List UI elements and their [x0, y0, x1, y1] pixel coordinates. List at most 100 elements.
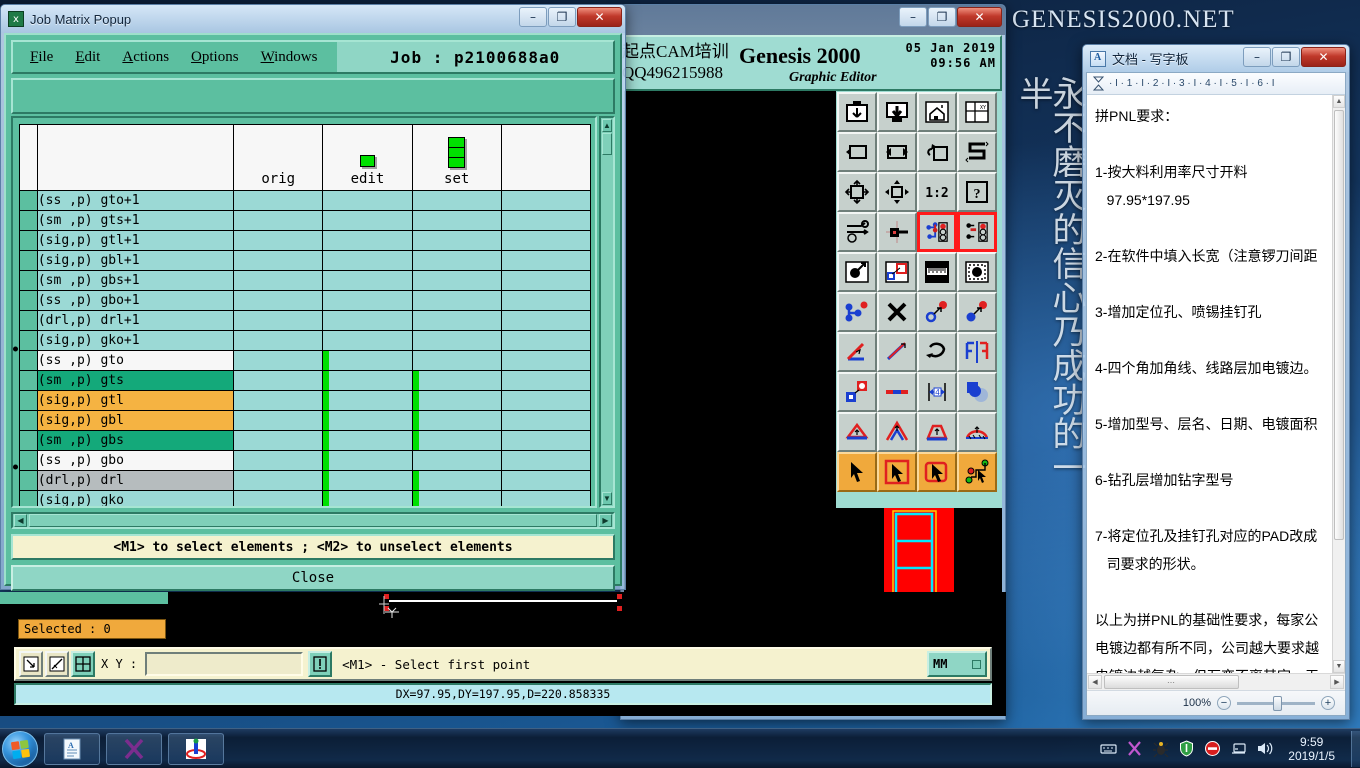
- home-view-icon[interactable]: [917, 92, 957, 132]
- layer-name-cell[interactable]: (sig,p) gbl: [36, 410, 235, 431]
- dotted-select-icon[interactable]: [957, 252, 997, 292]
- row-marker-cell[interactable]: [19, 370, 38, 391]
- indent-marker-icon[interactable]: [1093, 76, 1104, 91]
- xy-input[interactable]: [145, 652, 304, 676]
- line-angle-icon[interactable]: [837, 332, 877, 372]
- layer-name-cell[interactable]: (sm ,p) gts: [36, 370, 235, 391]
- scroll-down-arrow[interactable]: ▼: [602, 492, 612, 505]
- table-row[interactable]: (ss ,p) gbo+1: [19, 290, 592, 311]
- row-marker-cell[interactable]: [19, 410, 38, 431]
- horizontal-scroll-thumb[interactable]: [29, 514, 597, 527]
- grid-icon[interactable]: [71, 651, 95, 677]
- table-row[interactable]: (sm ,p) gts: [19, 370, 592, 391]
- zoom-out-horizontal-icon[interactable]: [877, 132, 917, 172]
- table-row[interactable]: (sig,p) gbl: [19, 410, 592, 431]
- x-app-icon[interactable]: [1126, 740, 1143, 757]
- matrix-cell-edit[interactable]: [322, 210, 413, 231]
- matrix-cell-extra[interactable]: [500, 350, 592, 371]
- netlist-analyze-icon[interactable]: [957, 212, 997, 252]
- genesis-titlebar[interactable]: – ❐ ✕: [621, 5, 1005, 35]
- matrix-cell-edit[interactable]: [322, 450, 413, 471]
- shield-icon[interactable]: [1178, 740, 1195, 757]
- matrix-cell-extra[interactable]: [500, 450, 592, 471]
- move-object-icon[interactable]: [957, 292, 997, 332]
- matrix-cell-extra[interactable]: [500, 210, 592, 231]
- menu-items[interactable]: File Edit Actions Options Windows: [13, 42, 334, 72]
- polygon-points-icon[interactable]: [957, 412, 997, 452]
- matrix-cell-set[interactable]: [411, 350, 502, 371]
- scroll-up-arrow[interactable]: ▲: [602, 119, 612, 132]
- genesis-x-task-icon[interactable]: [106, 732, 162, 765]
- matrix-cell-set[interactable]: [411, 390, 502, 411]
- wordpad-window-controls[interactable]: – ❐ ✕: [1243, 47, 1346, 67]
- genesis-minimize-button[interactable]: –: [899, 7, 927, 27]
- job-matrix-maximize-button[interactable]: ❐: [548, 7, 576, 27]
- matrix-cell-edit[interactable]: [322, 330, 413, 351]
- wordpad-scroll-down-arrow[interactable]: ▼: [1333, 660, 1345, 673]
- system-tray[interactable]: 9:59 2019/1/5: [1100, 735, 1351, 763]
- zoom-in-button[interactable]: +: [1321, 696, 1335, 710]
- toolbar-grid[interactable]: XY 1:2 ? 4: [836, 91, 1002, 493]
- zoom-in-horizontal-icon[interactable]: [837, 132, 877, 172]
- row-marker-cell[interactable]: [19, 190, 38, 211]
- layer-name-cell[interactable]: (ss ,p) gbo: [36, 450, 235, 471]
- table-row[interactable]: (sig,p) gbl+1: [19, 250, 592, 271]
- layer-name-cell[interactable]: (sig,p) gtl+1: [36, 230, 235, 251]
- matrix-cell-set[interactable]: [411, 450, 502, 471]
- matrix-cell-set[interactable]: [411, 190, 502, 211]
- wordpad-titlebar[interactable]: 文档 - 写字板 – ❐ ✕: [1083, 45, 1349, 72]
- layer-name-cell[interactable]: (ss ,p) gbo+1: [36, 290, 235, 311]
- matrix-cell-edit[interactable]: [322, 250, 413, 271]
- genesis-maximize-button[interactable]: ❐: [928, 7, 956, 27]
- xy-window-icon[interactable]: XY: [957, 92, 997, 132]
- matrix-cell-orig[interactable]: [233, 390, 324, 411]
- row-marker-cell[interactable]: [19, 210, 38, 231]
- unit-dropdown-icon[interactable]: [972, 659, 981, 669]
- matrix-cell-orig[interactable]: [233, 270, 324, 291]
- matrix-cell-extra[interactable]: [500, 470, 592, 491]
- row-marker-cell[interactable]: [19, 390, 38, 411]
- matrix-cell-edit[interactable]: [322, 490, 413, 506]
- matrix-cell-extra[interactable]: [500, 490, 592, 506]
- matrix-cell-set[interactable]: [411, 470, 502, 491]
- select-pad-icon[interactable]: [837, 252, 877, 292]
- row-marker-cell[interactable]: [13, 346, 38, 371]
- matrix-cell-set[interactable]: [411, 430, 502, 451]
- wordpad-horizontal-scrollbar[interactable]: ◀ ⋯ ▶: [1087, 673, 1345, 690]
- wordpad-close-button[interactable]: ✕: [1301, 47, 1346, 67]
- matrix-cell-extra[interactable]: [500, 410, 592, 431]
- row-marker-cell[interactable]: [19, 230, 38, 251]
- table-row[interactable]: (sig,p) gko+1: [19, 330, 592, 351]
- wordpad-window[interactable]: 文档 - 写字板 – ❐ ✕ · I · 1 · I · 2 · I · 3 ·…: [1082, 44, 1350, 720]
- zoom-slider[interactable]: [1237, 695, 1315, 711]
- help-question-icon[interactable]: ?: [957, 172, 997, 212]
- table-row[interactable]: (ss ,p) gto: [13, 346, 592, 371]
- pointer-select-icon[interactable]: [837, 452, 877, 492]
- matrix-cell-orig[interactable]: [233, 330, 324, 351]
- scale-1-2-icon[interactable]: 1:2: [917, 172, 957, 212]
- row-marker-cell[interactable]: [19, 290, 38, 311]
- mirror-icon[interactable]: [957, 332, 997, 372]
- pointer-chain-select-icon[interactable]: [957, 452, 997, 492]
- matrix-cell-orig[interactable]: [233, 250, 324, 271]
- layer-name-cell[interactable]: (sm ,p) gts+1: [36, 210, 235, 231]
- matrix-cell-orig[interactable]: [233, 290, 324, 311]
- wordpad-horizontal-scroll-thumb[interactable]: ⋯: [1104, 675, 1239, 689]
- matrix-cell-set[interactable]: [411, 490, 502, 506]
- job-matrix-window-controls[interactable]: – ❐ ✕: [519, 7, 622, 27]
- matrix-cell-edit[interactable]: [322, 290, 413, 311]
- line-draw-icon[interactable]: [877, 332, 917, 372]
- matrix-cell-set[interactable]: [411, 270, 502, 291]
- matrix-cell-orig[interactable]: [233, 370, 324, 391]
- table-horizontal-scrollbar[interactable]: ◀ ▶: [11, 512, 615, 529]
- scroll-left-arrow[interactable]: ◀: [14, 514, 27, 527]
- line-segment-icon[interactable]: [877, 372, 917, 412]
- pan-icon[interactable]: [877, 172, 917, 212]
- table-body[interactable]: (ss ,p) gto+1 (sm ,p) gts+1 (sig,p) gtl+1(…: [13, 190, 592, 506]
- matrix-cell-edit[interactable]: [322, 270, 413, 291]
- block-icon[interactable]: [1204, 740, 1221, 757]
- matrix-cell-orig[interactable]: [233, 470, 324, 491]
- table-row[interactable]: (sig,p) gtl: [19, 390, 592, 411]
- layer-name-cell[interactable]: (sig,p) gko+1: [36, 330, 235, 351]
- rotate-icon[interactable]: [917, 332, 957, 372]
